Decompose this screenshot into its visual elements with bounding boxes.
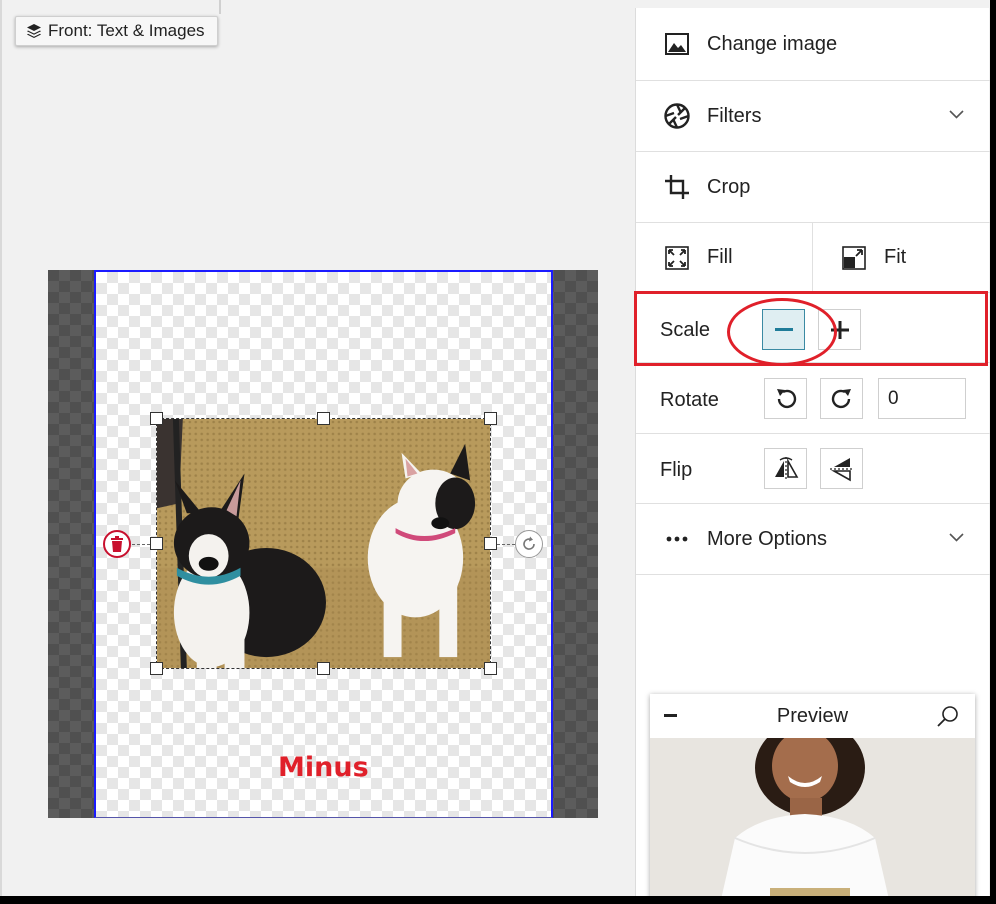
filters-label: Filters [707, 104, 762, 127]
image-tools-panel: Change image Filters Crop Fill Fit Scale… [634, 8, 990, 896]
dogs-photo [157, 419, 490, 668]
crop-label: Crop [707, 175, 751, 198]
rotate-left-button[interactable] [764, 378, 807, 419]
fit-icon [841, 245, 867, 271]
rotate-ccw-icon [776, 388, 796, 408]
fit-label: Fit [884, 246, 907, 268]
layers-icon [27, 24, 41, 38]
image-icon [664, 31, 690, 57]
crop-button[interactable]: Crop [636, 152, 990, 223]
flip-horizontal-icon [774, 456, 798, 481]
more-options-section[interactable]: More Options [636, 504, 990, 575]
rotate-cw-icon [831, 388, 851, 408]
resize-handle-top-left[interactable] [150, 412, 163, 425]
minus-icon [774, 327, 793, 331]
scale-label: Scale [660, 319, 711, 341]
flip-horizontal-button[interactable] [764, 448, 807, 489]
fill-button[interactable]: Fill [636, 223, 813, 293]
rotate-right-button[interactable] [820, 378, 863, 419]
layer-label: Front: Text & Images [48, 21, 205, 40]
flip-vertical-icon [829, 457, 854, 481]
rotate-icon [523, 536, 535, 550]
rotate-angle-input[interactable] [878, 378, 966, 419]
plus-icon [830, 320, 849, 339]
annotation-label: Minus [278, 752, 369, 783]
zoom-icon[interactable] [937, 705, 959, 727]
preview-header: Preview [650, 694, 975, 738]
filters-section[interactable]: Filters [636, 81, 990, 152]
product-preview-image [650, 738, 975, 896]
editor-window: Front: Text & Images Minus Change image … [0, 0, 990, 896]
rotate-handle[interactable] [515, 530, 543, 558]
trash-icon [111, 536, 123, 552]
connector-line [132, 544, 150, 545]
rotate-label: Rotate [660, 389, 719, 411]
preview-panel: Preview [650, 694, 975, 896]
more-horizontal-icon [664, 526, 690, 552]
resize-handle-bottom[interactable] [317, 662, 330, 675]
preview-title: Preview [776, 704, 849, 727]
change-image-button[interactable]: Change image [636, 8, 990, 81]
aperture-icon [664, 103, 690, 129]
resize-handle-top[interactable] [317, 412, 330, 425]
change-image-label: Change image [707, 32, 838, 55]
chevron-down-icon [949, 533, 964, 542]
fill-label: Fill [707, 246, 733, 268]
resize-handle-left[interactable] [150, 537, 163, 550]
resize-handle-right[interactable] [484, 537, 497, 550]
resize-handle-top-right[interactable] [484, 412, 497, 425]
divider [219, 0, 221, 14]
selected-image[interactable] [156, 418, 491, 669]
resize-handle-bottom-left[interactable] [150, 662, 163, 675]
connector-line [497, 544, 515, 545]
more-options-label: More Options [707, 527, 828, 550]
collapse-preview-button[interactable] [664, 714, 677, 717]
flip-vertical-button[interactable] [820, 448, 863, 489]
fit-button[interactable]: Fit [813, 223, 990, 293]
flip-label: Flip [660, 459, 693, 481]
scale-minus-button[interactable] [762, 309, 805, 350]
crop-icon [664, 174, 690, 200]
layer-selector[interactable]: Front: Text & Images [15, 16, 218, 46]
scale-plus-button[interactable] [818, 309, 861, 350]
chevron-down-icon [949, 110, 964, 119]
delete-image-button[interactable] [103, 530, 131, 558]
resize-handle-bottom-right[interactable] [484, 662, 497, 675]
expand-icon [664, 245, 690, 271]
